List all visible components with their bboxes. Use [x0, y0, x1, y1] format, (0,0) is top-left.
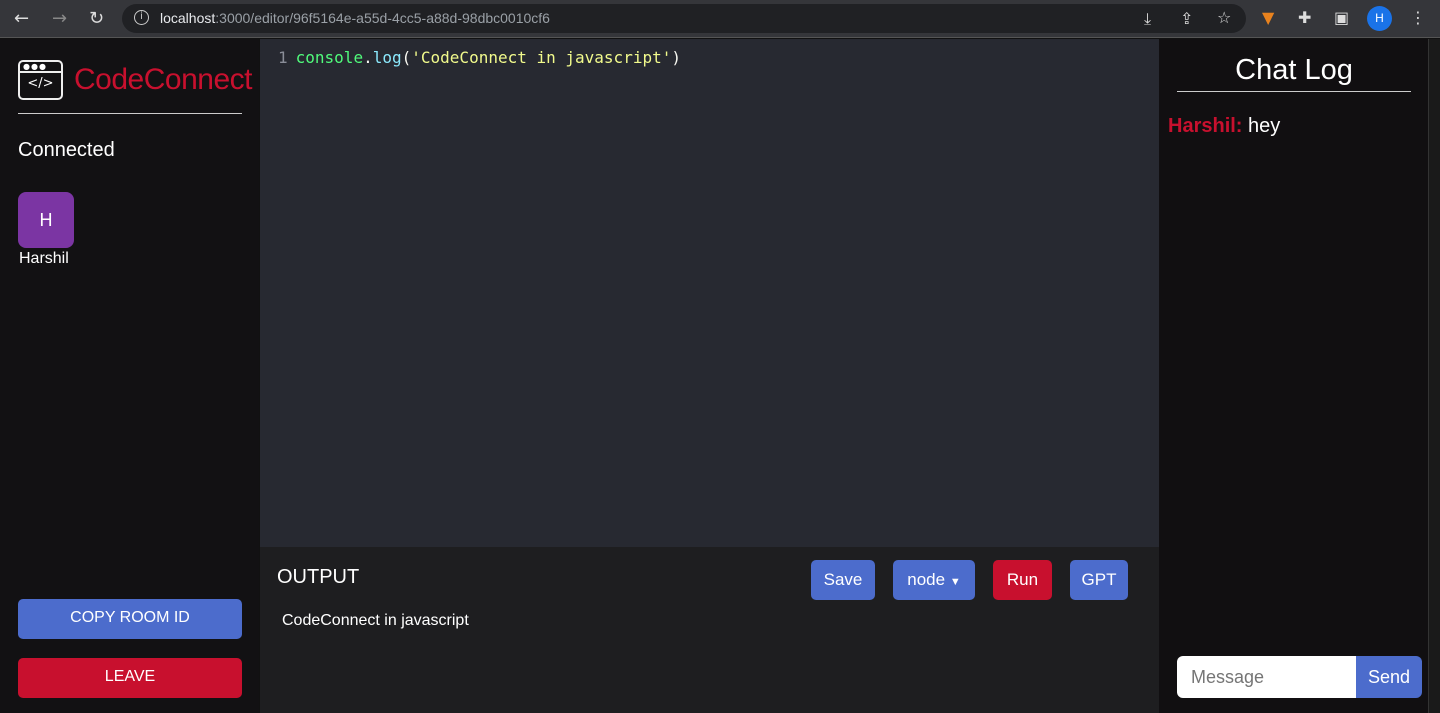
- back-icon[interactable]: ←: [14, 8, 29, 29]
- browser-toolbar: ← → ↻ i localhost:3000/editor/96f5164e-a…: [0, 0, 1440, 38]
- caret-down-icon: ▼: [949, 576, 961, 588]
- run-button[interactable]: Run: [993, 560, 1052, 600]
- chat-panel: Chat Log Harshil: hey Send: [1159, 39, 1428, 713]
- chat-message: Harshil: hey: [1168, 115, 1281, 137]
- user-avatar: H: [18, 192, 74, 248]
- language-dropdown[interactable]: node ▼: [893, 560, 975, 600]
- sidebar: ●●● </> CodeConnect Connected H Harshil …: [0, 39, 259, 713]
- send-button[interactable]: Send: [1356, 656, 1422, 698]
- share-icon[interactable]: ⇪: [1180, 9, 1193, 28]
- extensions-icon[interactable]: ✚: [1298, 8, 1311, 27]
- install-icon[interactable]: ⤓: [1144, 9, 1151, 29]
- code-line: 1 console.log('CodeConnect in javascript'…: [278, 48, 681, 67]
- menu-icon[interactable]: ⋮: [1410, 8, 1426, 27]
- url-host: localhost: [160, 10, 216, 26]
- side-panel-icon[interactable]: ▣: [1334, 8, 1349, 27]
- metamask-fox-icon[interactable]: ▼: [1262, 8, 1274, 27]
- reload-icon[interactable]: ↻: [89, 8, 104, 29]
- output-panel: OUTPUT Save node ▼ Run GPT CodeConnect i…: [260, 547, 1159, 713]
- output-title: OUTPUT: [277, 566, 360, 588]
- scrollbar[interactable]: [1428, 39, 1440, 713]
- star-icon[interactable]: ☆: [1217, 8, 1231, 27]
- url-path: :3000/editor/96f5164e-a55d-4cc5-a88d-98d…: [215, 10, 550, 26]
- copy-room-id-button[interactable]: COPY ROOM ID: [18, 599, 242, 639]
- code-window-logo-icon: ●●● </>: [18, 60, 63, 100]
- save-button[interactable]: Save: [811, 560, 875, 600]
- user-name: Harshil: [19, 250, 69, 267]
- profile-avatar[interactable]: H: [1367, 6, 1392, 31]
- chat-title: Chat Log: [1177, 54, 1411, 92]
- divider: [18, 113, 242, 114]
- brand-name: CodeConnect: [74, 63, 252, 96]
- leave-button[interactable]: LEAVE: [18, 658, 242, 698]
- gpt-button[interactable]: GPT: [1070, 560, 1128, 600]
- forward-icon[interactable]: →: [52, 8, 67, 29]
- connected-heading: Connected: [18, 139, 115, 161]
- code-editor[interactable]: 1 console.log('CodeConnect in javascript'…: [260, 39, 1159, 547]
- message-input[interactable]: [1177, 656, 1356, 698]
- output-text: CodeConnect in javascript: [282, 612, 469, 629]
- address-bar[interactable]: i localhost:3000/editor/96f5164e-a55d-4c…: [122, 4, 1246, 33]
- info-icon[interactable]: i: [134, 10, 149, 25]
